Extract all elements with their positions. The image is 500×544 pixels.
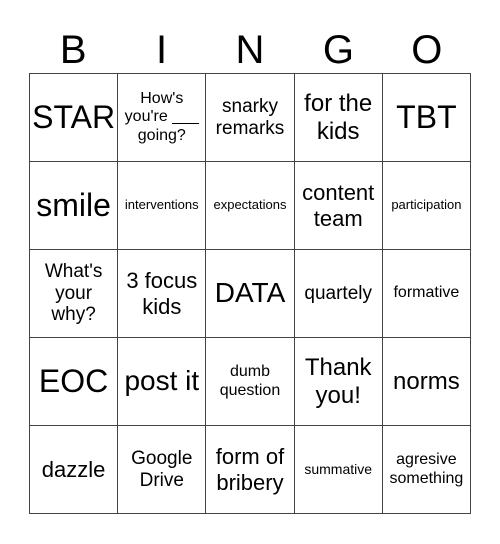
header-letter-g: G (322, 28, 354, 72)
bingo-cell[interactable]: participation (382, 162, 471, 250)
bingo-cell[interactable]: post it (118, 338, 207, 426)
bingo-cell[interactable]: What's your why? (30, 250, 119, 338)
bingo-cell[interactable]: interventions (118, 162, 207, 250)
bingo-header: B I N G O (29, 28, 471, 72)
bingo-cell[interactable]: Thank you! (294, 338, 383, 426)
bingo-cell[interactable]: TBT (382, 74, 471, 162)
bingo-cell[interactable]: quartely (294, 250, 383, 338)
header-letter-n: N (235, 28, 265, 72)
bingo-cell[interactable]: dumb question (206, 338, 295, 426)
bingo-grid: STAR How's you're ___ going? snarky rema… (29, 73, 471, 514)
bingo-cell[interactable]: DATA (206, 250, 295, 338)
bingo-cell[interactable]: norms (382, 338, 471, 426)
bingo-cell[interactable]: smile (30, 162, 119, 250)
header-letter-i: I (156, 28, 168, 72)
bingo-cell[interactable]: summative (294, 426, 383, 514)
header-letter-b: B (59, 28, 87, 72)
bingo-cell[interactable]: form of bribery (206, 426, 295, 514)
bingo-cell[interactable]: STAR (30, 74, 119, 162)
bingo-cell[interactable]: formative (382, 250, 471, 338)
header-letter-o: O (411, 28, 443, 72)
bingo-cell[interactable]: 3 focus kids (118, 250, 207, 338)
bingo-cell[interactable]: dazzle (30, 426, 119, 514)
bingo-cell[interactable]: expectations (206, 162, 295, 250)
bingo-cell[interactable]: for the kids (294, 74, 383, 162)
bingo-cell[interactable]: How's you're ___ going? (118, 74, 207, 162)
bingo-cell[interactable]: EOC (30, 338, 119, 426)
bingo-cell[interactable]: snarky remarks (206, 74, 295, 162)
bingo-cell[interactable]: Google Drive (118, 426, 207, 514)
bingo-cell[interactable]: agresive something (382, 426, 471, 514)
bingo-cell[interactable]: content team (294, 162, 383, 250)
